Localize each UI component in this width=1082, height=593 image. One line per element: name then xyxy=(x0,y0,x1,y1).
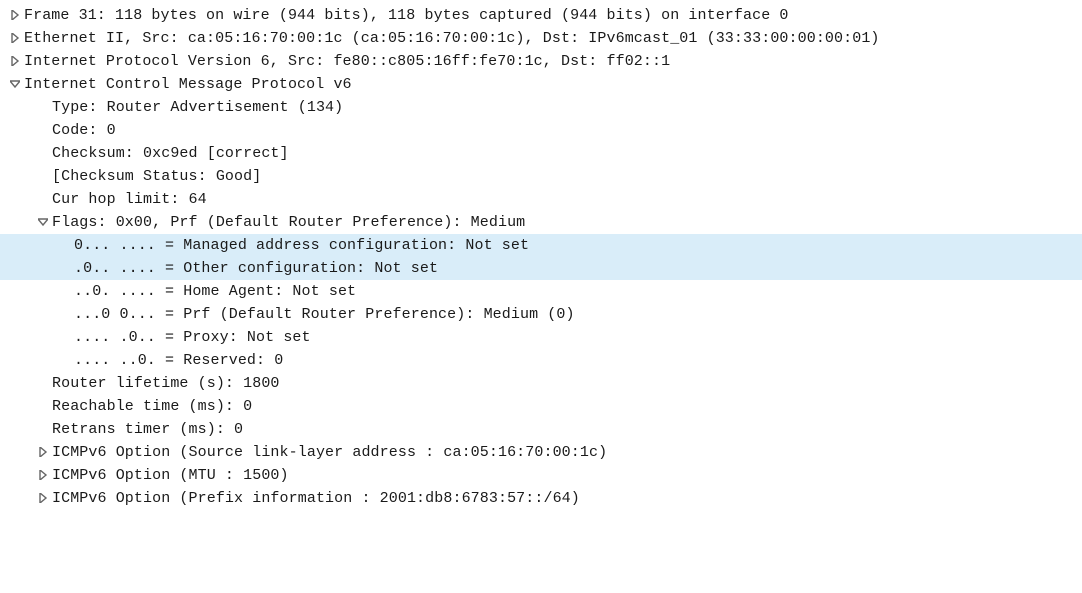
chevron-right-icon[interactable] xyxy=(34,487,52,510)
field-checksum-status[interactable]: [Checksum Status: Good] xyxy=(0,165,1082,188)
tree-row-frame[interactable]: Frame 31: 118 bytes on wire (944 bits), … xyxy=(0,4,1082,27)
field-text: [Checksum Status: Good] xyxy=(52,165,261,188)
tree-label: Internet Control Message Protocol v6 xyxy=(24,73,352,96)
field-text: Reachable time (ms): 0 xyxy=(52,395,252,418)
flag-proxy[interactable]: .... .0.. = Proxy: Not set xyxy=(0,326,1082,349)
field-type[interactable]: Type: Router Advertisement (134) xyxy=(0,96,1082,119)
tree-label: Flags: 0x00, Prf (Default Router Prefere… xyxy=(52,211,525,234)
tree-label: Internet Protocol Version 6, Src: fe80::… xyxy=(24,50,670,73)
tree-row-option-lladdr[interactable]: ICMPv6 Option (Source link-layer address… xyxy=(0,441,1082,464)
field-text: .... .0.. = Proxy: Not set xyxy=(74,326,311,349)
flag-reserved[interactable]: .... ..0. = Reserved: 0 xyxy=(0,349,1082,372)
tree-row-ipv6[interactable]: Internet Protocol Version 6, Src: fe80::… xyxy=(0,50,1082,73)
field-text: Cur hop limit: 64 xyxy=(52,188,207,211)
flag-managed[interactable]: 0... .... = Managed address configuratio… xyxy=(0,234,1082,257)
chevron-down-icon[interactable] xyxy=(34,211,52,234)
field-text: .0.. .... = Other configuration: Not set xyxy=(74,257,438,280)
tree-label: Ethernet II, Src: ca:05:16:70:00:1c (ca:… xyxy=(24,27,880,50)
flag-other[interactable]: .0.. .... = Other configuration: Not set xyxy=(0,257,1082,280)
chevron-down-icon[interactable] xyxy=(6,73,24,96)
field-text: Type: Router Advertisement (134) xyxy=(52,96,343,119)
tree-row-option-prefix[interactable]: ICMPv6 Option (Prefix information : 2001… xyxy=(0,487,1082,510)
field-reachable-time[interactable]: Reachable time (ms): 0 xyxy=(0,395,1082,418)
field-checksum[interactable]: Checksum: 0xc9ed [correct] xyxy=(0,142,1082,165)
field-text: .... ..0. = Reserved: 0 xyxy=(74,349,283,372)
field-text: ...0 0... = Prf (Default Router Preferen… xyxy=(74,303,575,326)
field-text: ..0. .... = Home Agent: Not set xyxy=(74,280,356,303)
field-hop-limit[interactable]: Cur hop limit: 64 xyxy=(0,188,1082,211)
chevron-right-icon[interactable] xyxy=(6,50,24,73)
tree-row-icmpv6[interactable]: Internet Control Message Protocol v6 xyxy=(0,73,1082,96)
field-text: 0... .... = Managed address configuratio… xyxy=(74,234,529,257)
chevron-right-icon[interactable] xyxy=(6,27,24,50)
field-code[interactable]: Code: 0 xyxy=(0,119,1082,142)
field-text: Retrans timer (ms): 0 xyxy=(52,418,243,441)
tree-row-ethernet[interactable]: Ethernet II, Src: ca:05:16:70:00:1c (ca:… xyxy=(0,27,1082,50)
field-text: Router lifetime (s): 1800 xyxy=(52,372,280,395)
chevron-right-icon[interactable] xyxy=(34,441,52,464)
tree-label: ICMPv6 Option (Prefix information : 2001… xyxy=(52,487,580,510)
tree-row-flags[interactable]: Flags: 0x00, Prf (Default Router Prefere… xyxy=(0,211,1082,234)
chevron-right-icon[interactable] xyxy=(6,4,24,27)
flag-home-agent[interactable]: ..0. .... = Home Agent: Not set xyxy=(0,280,1082,303)
flag-prf[interactable]: ...0 0... = Prf (Default Router Preferen… xyxy=(0,303,1082,326)
tree-row-option-mtu[interactable]: ICMPv6 Option (MTU : 1500) xyxy=(0,464,1082,487)
field-retrans-timer[interactable]: Retrans timer (ms): 0 xyxy=(0,418,1082,441)
field-text: Code: 0 xyxy=(52,119,116,142)
tree-label: Frame 31: 118 bytes on wire (944 bits), … xyxy=(24,4,789,27)
tree-label: ICMPv6 Option (Source link-layer address… xyxy=(52,441,607,464)
tree-label: ICMPv6 Option (MTU : 1500) xyxy=(52,464,289,487)
field-text: Checksum: 0xc9ed [correct] xyxy=(52,142,289,165)
chevron-right-icon[interactable] xyxy=(34,464,52,487)
field-router-lifetime[interactable]: Router lifetime (s): 1800 xyxy=(0,372,1082,395)
